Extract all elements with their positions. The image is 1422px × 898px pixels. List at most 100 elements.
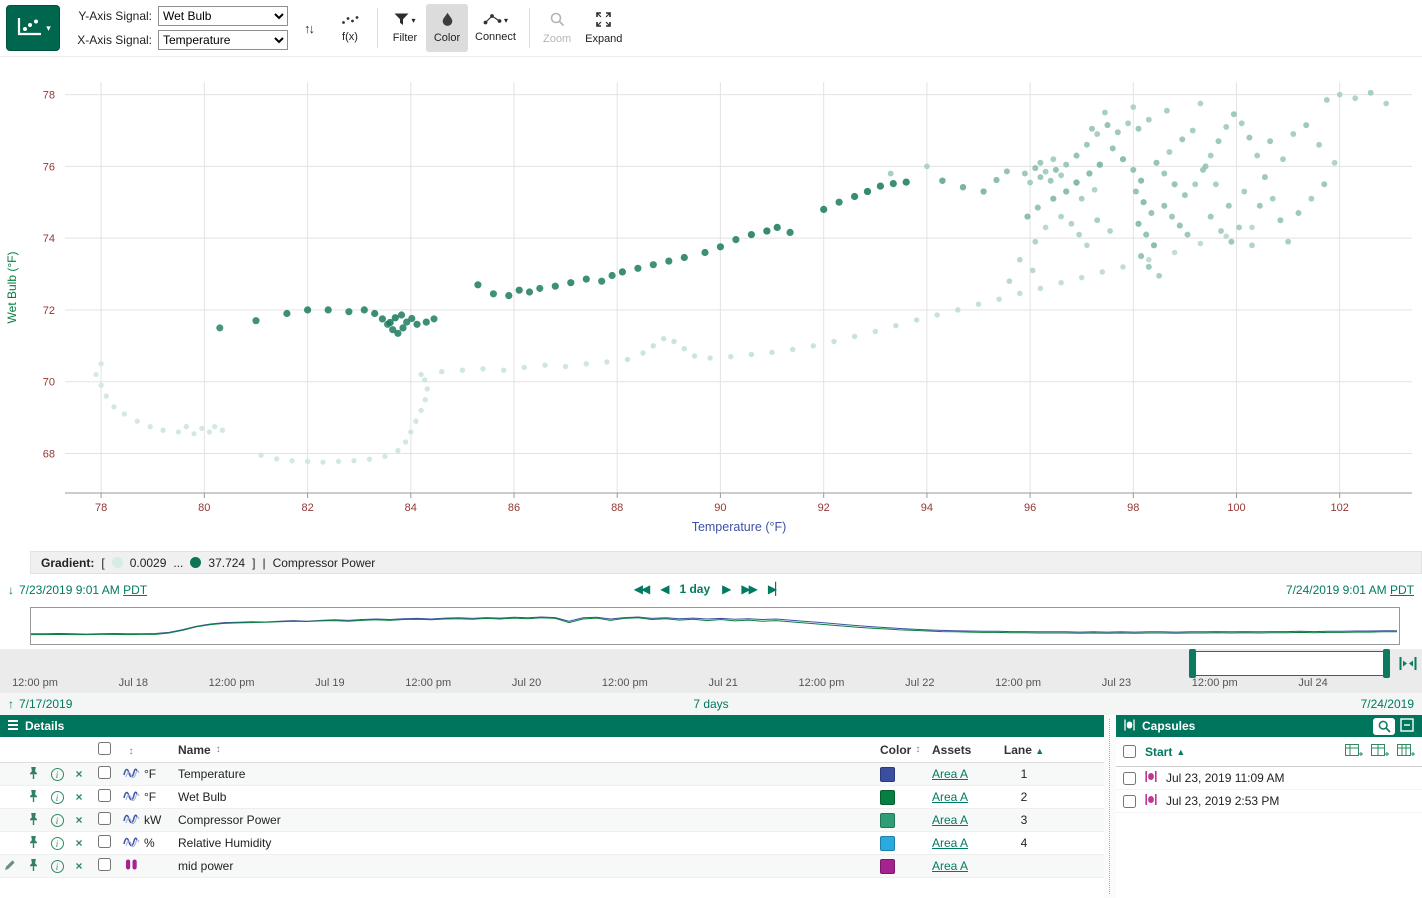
color-swatch[interactable] [880,813,895,828]
timebar-condense-icon[interactable] [1399,656,1417,674]
asset-link[interactable]: Area A [932,859,968,873]
sort-icon[interactable]: ↕ [216,744,221,755]
edit-icon[interactable] [4,860,16,874]
add-custom-column-icon[interactable] [1397,743,1415,761]
color-swatch[interactable] [880,859,895,874]
capsule-checkbox[interactable] [1123,795,1136,808]
svg-text:100: 100 [1227,502,1245,514]
asset-link[interactable]: Area A [932,813,968,827]
pin-icon[interactable] [28,838,39,852]
capsules-collapse-icon[interactable] [1400,718,1414,735]
expand-button[interactable]: Expand [578,4,629,52]
pin-icon[interactable] [28,792,39,806]
details-panel-title: Details [25,719,64,733]
range-start-arrow-icon[interactable]: ↓ [8,583,14,597]
svg-text:78: 78 [95,502,107,514]
row-checkbox[interactable] [98,835,111,848]
connect-button[interactable]: ▾ Connect [468,4,523,52]
x-axis-signal-select[interactable]: Temperature [158,30,288,50]
remove-icon[interactable]: × [68,859,90,873]
details-rows: i×°FTemperatureArea A1i×°FWet BulbArea A… [0,763,1104,878]
investigate-duration-link[interactable]: 7 days [693,697,728,711]
swap-axes-icon[interactable]: ↑↓ [298,20,319,37]
lane-value: 4 [994,836,1054,850]
svg-text:Wet Bulb (°F): Wet Bulb (°F) [5,252,19,324]
brush-right-handle[interactable] [1383,649,1390,678]
scatter-plot-icon [15,16,43,41]
scatter-chart-canvas[interactable]: 6870727476787880828486889092949698100102… [0,57,1422,551]
remove-icon[interactable]: × [68,836,90,850]
fast-backward-icon[interactable]: ◀◀ [634,582,648,596]
asset-link[interactable]: Area A [932,790,968,804]
capsule-checkbox[interactable] [1123,772,1136,785]
start-column-header[interactable]: Start ▲ [1145,745,1185,759]
fx-button[interactable]: f(x) [329,4,371,52]
gradient-ellipsis: ... [173,556,183,570]
pin-icon[interactable] [28,769,39,783]
fast-forward-icon[interactable]: ▶▶ [741,582,755,596]
capsules-panel-title: Capsules [1142,719,1195,733]
timeline-tick-label: 12:00 pm [799,677,845,689]
asset-link[interactable]: Area A [932,767,968,781]
remove-icon[interactable]: × [68,790,90,804]
info-icon[interactable]: i [51,837,64,850]
capsule-row: Jul 23, 2019 11:09 AM [1116,767,1422,790]
zoom-button: Zoom [536,4,578,52]
scatter-plot-menu-button[interactable]: ▾ [6,5,60,51]
chevron-down-icon: ▾ [46,23,51,34]
select-all-checkbox[interactable] [98,742,111,755]
info-icon[interactable]: i [51,860,64,873]
row-checkbox[interactable] [98,766,111,779]
range-start-link[interactable]: 7/23/2019 9:01 AM PDT [19,583,147,597]
investigate-start-link[interactable]: 7/17/2019 [19,697,72,711]
name-column-header[interactable]: Name [178,743,211,757]
color-swatch[interactable] [880,836,895,851]
pin-icon[interactable] [28,815,39,829]
color-swatch[interactable] [880,790,895,805]
step-forward-icon[interactable]: ▶ [722,582,729,596]
lane-value: 1 [994,767,1054,781]
color-button[interactable]: Color [426,4,468,52]
capsules-search-button[interactable] [1373,718,1395,735]
info-icon[interactable]: i [51,768,64,781]
sort-ascending-icon: ▲ [1176,747,1185,757]
brush-left-handle[interactable] [1189,649,1196,678]
item-name: mid power [178,859,233,873]
fx-dots-icon [341,13,359,28]
pin-icon[interactable] [28,861,39,875]
capsules-table-header: Start ▲ [1116,737,1422,767]
add-stat-column-icon[interactable] [1371,743,1389,761]
svg-text:94: 94 [921,502,933,514]
row-checkbox[interactable] [98,789,111,802]
step-duration-button[interactable]: 1 day [679,582,710,596]
filter-button[interactable]: ▾ Filter [384,4,426,52]
color-column-header[interactable]: Color [880,743,911,757]
y-axis-signal-select[interactable]: Wet Bulb [158,6,288,26]
trend-overview-strip[interactable] [30,607,1400,645]
step-backward-icon[interactable]: ◀ [660,582,667,596]
display-range-brush[interactable] [1192,651,1387,676]
sort-icon[interactable]: ↕ [915,744,920,755]
assets-column-header[interactable]: Assets [932,743,971,757]
investigate-start-arrow-icon[interactable]: ↑ [8,697,14,711]
add-property-column-icon[interactable] [1345,743,1363,761]
gradient-label: Gradient: [41,556,94,570]
investigate-end-link[interactable]: 7/24/2019 [1361,697,1414,711]
step-to-end-icon[interactable]: ▶▏ [768,582,782,596]
panel-splitter[interactable] [1104,715,1116,898]
info-icon[interactable]: i [51,814,64,827]
toolbar-divider [377,8,378,48]
lane-column-header[interactable]: Lane [1004,743,1032,757]
capsules-select-all-checkbox[interactable] [1123,745,1136,758]
timeline-bar[interactable]: 12:00 pmJul 1812:00 pmJul 1912:00 pmJul … [0,649,1422,693]
asset-link[interactable]: Area A [932,836,968,850]
sort-icon[interactable]: ↕ [129,746,134,757]
remove-icon[interactable]: × [68,767,90,781]
range-end-link[interactable]: 7/24/2019 9:01 AM PDT [1286,583,1414,597]
info-icon[interactable]: i [51,791,64,804]
gradient-signal-name: Compressor Power [273,556,376,570]
row-checkbox[interactable] [98,812,111,825]
remove-icon[interactable]: × [68,813,90,827]
row-checkbox[interactable] [98,858,111,871]
color-swatch[interactable] [880,767,895,782]
